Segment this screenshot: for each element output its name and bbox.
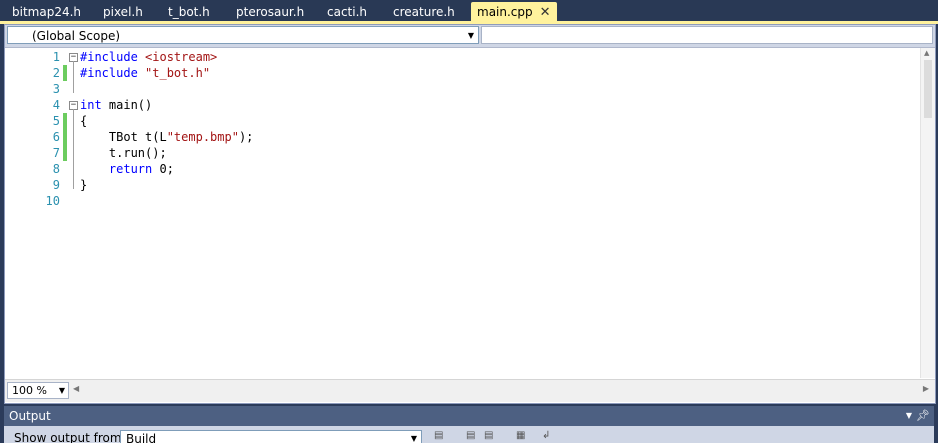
previous-message-icon[interactable]: ▤ [466,430,480,443]
code-line[interactable]: 8 return 0; [5,161,921,177]
code-token: } [80,178,88,192]
tab-cacti-h[interactable]: cacti.h [321,2,373,22]
code-text: #include <iostream> [80,49,217,65]
line-number: 9 [52,178,60,192]
code-line[interactable]: 1− #include <iostream> [5,49,921,65]
code-token: { [80,114,88,128]
code-token: t.run(); [80,146,167,160]
code-line[interactable]: 4− int main() [5,97,921,113]
code-line[interactable]: 6 TBot t(L"temp.bmp"); [5,129,921,145]
line-number: 10 [45,194,60,208]
code-text: return 0; [80,161,174,177]
code-text: #include "t_bot.h" [80,65,210,81]
editor-bottom-bar: 100 % ▼ ◀ ▶ [5,379,935,402]
go-to-message-icon[interactable]: ▤ [434,430,448,443]
code-token: ); [238,130,254,144]
code-token: #include [80,66,146,80]
line-number: 6 [52,130,60,144]
code-token: "t_bot.h" [145,66,211,80]
code-text-area[interactable]: 1− #include <iostream> 2 #include "t_bot.h"… [5,48,921,378]
code-token: #include [80,50,146,64]
toggle-word-wrap-icon[interactable]: ↲ [542,430,556,443]
scope-dropdown-value: (Global Scope) [32,29,121,43]
code-text: { [80,113,87,129]
code-text: int main() [80,97,152,113]
line-number: 8 [52,162,60,176]
code-text: TBot t(L"temp.bmp"); [80,129,254,145]
tab-bitmap24-h[interactable]: bitmap24.h [6,2,87,22]
output-source-dropdown[interactable]: Build ▼ [120,430,422,443]
chevron-down-icon: ▼ [58,386,65,395]
code-token: main() [101,98,153,112]
zoom-dropdown[interactable]: 100 % ▼ [7,382,69,399]
line-number: 7 [52,146,60,160]
navigation-bar: (Global Scope) ▼ [5,25,935,48]
tab-main-cpp-label: main.cpp [477,5,533,19]
output-toolbar: Show output from: Build ▼ ▤ ▤ ▤ ▦ ↲ [4,426,934,443]
code-text: } [80,177,87,193]
code-line[interactable]: 3 [5,81,921,97]
scrollbar-thumb[interactable] [924,60,932,118]
document-tab-strip: bitmap24.h pixel.h t_bot.h pterosaur.h c… [0,0,938,24]
line-number: 3 [52,82,60,96]
code-token: <iostream> [145,50,218,64]
vertical-scrollbar[interactable]: ▲ [920,48,935,378]
output-panel-header: Output ▼ 📌︎ [4,406,934,426]
change-marker [63,65,67,81]
member-dropdown[interactable] [481,26,933,44]
change-marker [63,129,67,145]
change-marker [63,145,67,161]
tab-creature-h[interactable]: creature.h [387,2,461,22]
outline-guide-main [73,109,74,189]
change-marker [63,113,67,129]
code-token: TBot t(L [80,130,167,144]
close-tab-icon[interactable]: ✕ [540,3,551,23]
zoom-value: 100 % [12,384,47,397]
code-token: 0; [152,162,174,176]
code-line[interactable]: 2 #include "t_bot.h" [5,65,921,81]
code-line[interactable]: 5{ [5,113,921,129]
pin-icon[interactable]: 📌︎ [916,406,930,426]
code-text: t.run(); [80,145,167,161]
scroll-right-icon[interactable]: ▶ [923,384,929,393]
tab-pterosaur-h[interactable]: pterosaur.h [230,2,310,22]
outline-guide-includes [73,61,74,93]
code-line[interactable]: 7 t.run(); [5,145,921,161]
line-number: 5 [52,114,60,128]
window-position-menu-icon[interactable]: ▼ [906,406,912,426]
code-token: return [108,162,153,176]
scroll-up-icon[interactable]: ▲ [924,49,929,57]
chevron-down-icon: ▼ [467,31,474,40]
scope-dropdown[interactable]: (Global Scope) ▼ [7,26,479,44]
code-token: "temp.bmp" [166,130,239,144]
code-line[interactable]: 10 [5,193,921,209]
output-panel-title: Output [9,409,51,423]
code-token: int [80,98,102,112]
chevron-down-icon: ▼ [410,434,417,443]
clear-all-icon[interactable]: ▦ [516,430,530,443]
tab-main-cpp[interactable]: main.cpp ✕ [471,2,557,24]
line-number: 1 [52,50,60,64]
show-output-from-label: Show output from: [14,431,126,443]
line-number: 2 [52,66,60,80]
output-source-value: Build [126,432,157,443]
scroll-left-icon[interactable]: ◀ [73,384,79,393]
line-number: 4 [52,98,60,112]
tab-pixel-h[interactable]: pixel.h [97,2,149,22]
next-message-icon[interactable]: ▤ [484,430,498,443]
tab-t-bot-h[interactable]: t_bot.h [162,2,216,22]
code-editor: (Global Scope) ▼ 1− #include <iostream> 2 #… [4,24,936,404]
code-line[interactable]: 9} [5,177,921,193]
